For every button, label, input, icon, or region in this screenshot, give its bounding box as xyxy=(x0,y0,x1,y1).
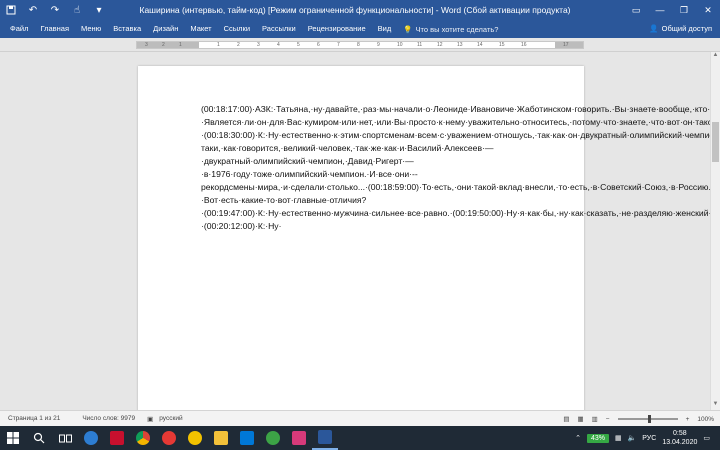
ruler-label: 16 xyxy=(521,42,527,48)
window-title: Каширина (интервью, тайм-код) [Режим огр… xyxy=(139,5,571,15)
ruler-label: 4 xyxy=(277,42,280,48)
mcafee-icon[interactable] xyxy=(104,426,130,450)
input-language[interactable]: РУС xyxy=(642,435,656,442)
maximize-button[interactable]: ❐ xyxy=(672,0,696,20)
tab-references[interactable]: Ссылки xyxy=(218,20,256,38)
clock-time: 0:58 xyxy=(673,430,687,437)
network-icon[interactable]: ▦ xyxy=(615,434,622,442)
ruler-label: 7 xyxy=(337,42,340,48)
tab-design[interactable]: Дизайн xyxy=(147,20,184,38)
ruler-label: 3 xyxy=(257,42,260,48)
zoom-slider[interactable] xyxy=(617,415,678,423)
chrome-icon[interactable] xyxy=(130,426,156,450)
ribbon-options-icon[interactable]: ▭ xyxy=(624,0,648,20)
tab-menu[interactable]: Меню xyxy=(75,20,107,38)
ruler-label: 2 xyxy=(162,42,165,48)
share-button[interactable]: 👤 Общий доступ xyxy=(649,20,712,38)
ruler-label: 8 xyxy=(357,42,360,48)
word-taskbar-icon[interactable] xyxy=(312,426,338,450)
windows-start-icon[interactable] xyxy=(0,426,26,450)
proofing-icon[interactable]: ▣ xyxy=(147,415,153,423)
tell-me-text: Что вы хотите сделать? xyxy=(415,24,499,34)
ruler-label: 13 xyxy=(457,42,463,48)
file-explorer-icon[interactable] xyxy=(208,426,234,450)
title-bar: ↶ ↷ ☝ ▾ Каширина (интервью, тайм-код) [Р… xyxy=(0,0,720,20)
windows-taskbar: ⌃ 43% ▦ 🔈 РУС 0:58 13.04.2020 ▭ xyxy=(0,426,720,450)
web-layout-icon[interactable]: ▥ xyxy=(592,415,598,423)
word-count[interactable]: Число слов: 9979 xyxy=(82,415,135,422)
share-label: Общий доступ xyxy=(661,24,712,33)
clock-date: 13.04.2020 xyxy=(662,439,698,446)
document-text[interactable]: (00:18:17:00)·АЗК:·Татьяна,·ну·давайте,·… xyxy=(201,103,710,233)
yandex-browser-icon[interactable] xyxy=(156,426,182,450)
clock[interactable]: 0:58 13.04.2020 xyxy=(662,429,697,447)
tab-insert[interactable]: Вставка xyxy=(107,20,147,38)
status-bar: Страница 1 из 21 Число слов: 9979 ▣ русс… xyxy=(0,410,720,426)
page-count[interactable]: Страница 1 из 21 xyxy=(8,415,60,422)
search-icon[interactable] xyxy=(26,426,52,450)
person-icon: 👤 xyxy=(649,24,659,33)
ruler-label: 3 xyxy=(145,42,148,48)
undo-icon[interactable]: ↶ xyxy=(22,0,44,20)
battery-indicator[interactable]: 43% xyxy=(586,433,609,443)
lightbulb-icon: 💡 xyxy=(403,24,413,34)
ruler-label: 6 xyxy=(317,42,320,48)
redo-icon[interactable]: ↷ xyxy=(44,0,66,20)
scroll-up-icon[interactable]: ▲ xyxy=(711,52,720,61)
tab-layout[interactable]: Макет xyxy=(184,20,217,38)
ruler-label: 14 xyxy=(477,42,483,48)
horizontal-ruler[interactable]: 3 2 1 1 2 3 4 5 6 7 8 9 10 11 12 13 14 1… xyxy=(136,41,584,49)
notifications-icon[interactable]: ▭ xyxy=(703,434,710,442)
yandex-icon[interactable] xyxy=(182,426,208,450)
ruler-label: 9 xyxy=(377,42,380,48)
zoom-level[interactable]: 100% xyxy=(697,416,714,423)
system-tray: ⌃ 43% ▦ 🔈 РУС 0:58 13.04.2020 ▭ xyxy=(575,426,720,450)
ruler-label: 1 xyxy=(217,42,220,48)
app-green-icon[interactable] xyxy=(260,426,286,450)
close-button[interactable]: ✕ xyxy=(696,0,720,20)
tab-file[interactable]: Файл xyxy=(0,20,34,38)
zoom-slider-thumb[interactable] xyxy=(647,415,651,423)
tab-mailings[interactable]: Рассылки xyxy=(256,20,302,38)
zoom-in-icon[interactable]: + xyxy=(686,416,690,423)
ruler-label: 2 xyxy=(237,42,240,48)
customize-toolbar-icon[interactable]: ▾ xyxy=(88,0,110,20)
volume-icon[interactable]: 🔈 xyxy=(628,434,637,442)
ribbon-tabs: Файл Главная Меню Вставка Дизайн Макет С… xyxy=(0,20,720,38)
ruler-right-margin xyxy=(555,42,583,48)
store-icon[interactable] xyxy=(234,426,260,450)
ruler-label: 5 xyxy=(297,42,300,48)
tell-me-box[interactable]: 💡 Что вы хотите сделать? xyxy=(403,25,498,34)
print-layout-icon[interactable]: ▦ xyxy=(577,415,583,423)
ruler-label: 17 xyxy=(563,42,569,48)
read-mode-icon[interactable]: ▤ xyxy=(563,415,569,423)
language-indicator[interactable]: русский xyxy=(159,415,182,422)
tab-view[interactable]: Вид xyxy=(372,20,398,38)
scroll-thumb[interactable] xyxy=(712,122,719,162)
document-area: (00:18:17:00)·АЗК:·Татьяна,·ну·давайте,·… xyxy=(0,52,710,410)
ruler-bar: 3 2 1 1 2 3 4 5 6 7 8 9 10 11 12 13 14 1… xyxy=(0,38,720,52)
tab-review[interactable]: Рецензирование xyxy=(302,20,372,38)
document-page[interactable]: (00:18:17:00)·АЗК:·Татьяна,·ну·давайте,·… xyxy=(138,66,710,410)
ruler-label: 15 xyxy=(499,42,505,48)
edge-browser-icon[interactable] xyxy=(78,426,104,450)
save-icon[interactable] xyxy=(0,0,22,20)
touch-mode-icon[interactable]: ☝ xyxy=(66,0,88,20)
ruler-label: 1 xyxy=(179,42,182,48)
vertical-scrollbar[interactable]: ▲ ▼ xyxy=(710,52,720,410)
task-view-icon[interactable] xyxy=(52,426,78,450)
app-pink-icon[interactable] xyxy=(286,426,312,450)
ruler-label: 12 xyxy=(437,42,443,48)
minimize-button[interactable]: — xyxy=(648,0,672,20)
tab-home[interactable]: Главная xyxy=(34,20,75,38)
scroll-down-icon[interactable]: ▼ xyxy=(711,401,720,410)
ruler-label: 11 xyxy=(417,42,423,48)
word-window: ↶ ↷ ☝ ▾ Каширина (интервью, тайм-код) [Р… xyxy=(0,0,720,450)
show-hidden-icons-icon[interactable]: ⌃ xyxy=(575,434,581,442)
ruler-label: 10 xyxy=(397,42,403,48)
zoom-out-icon[interactable]: − xyxy=(606,416,610,423)
